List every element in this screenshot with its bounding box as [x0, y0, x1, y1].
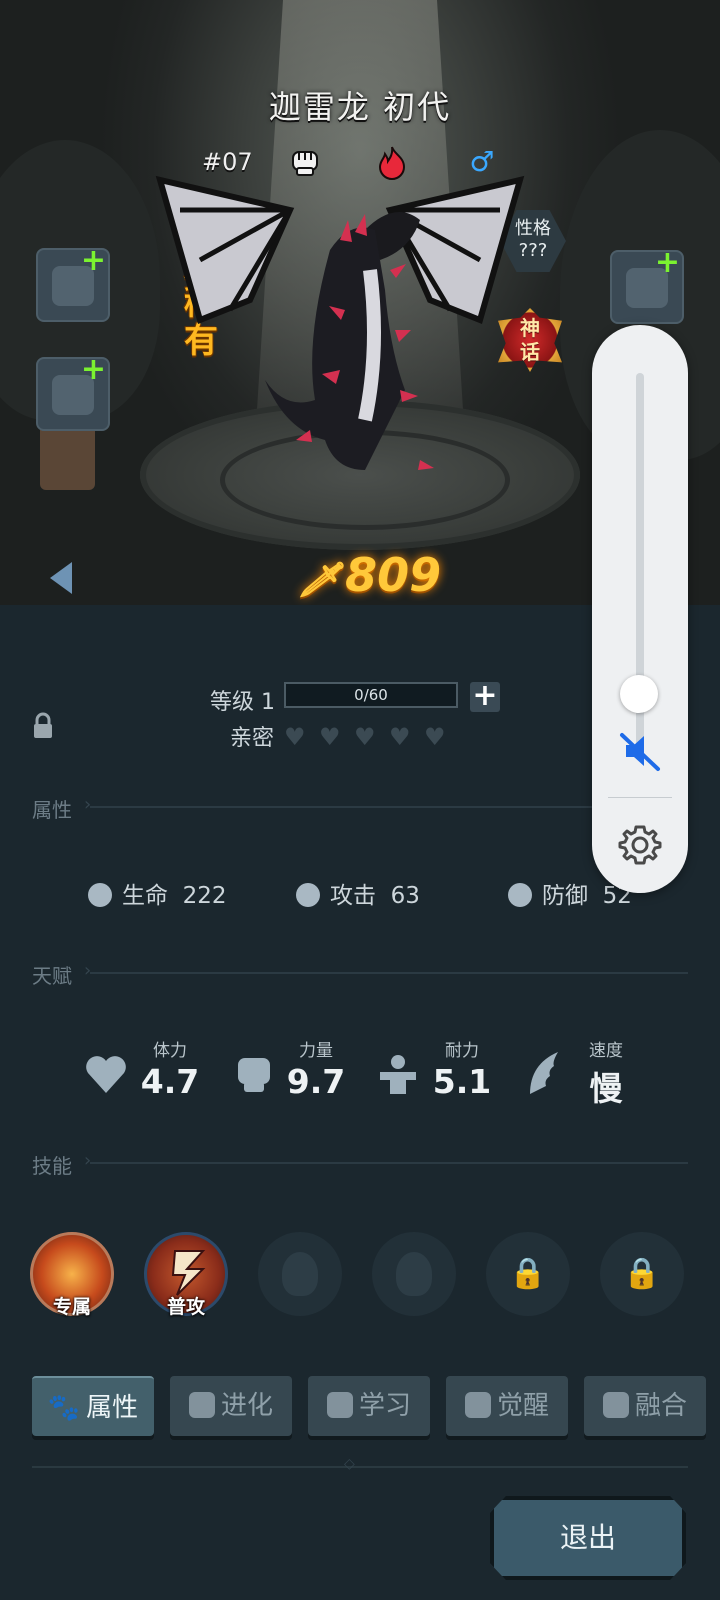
heart-shield-icon — [88, 883, 112, 907]
lightning-icon — [171, 1250, 206, 1296]
stat-defense-label: 防御 — [542, 883, 588, 909]
skill-basic-attack[interactable]: 普攻 — [144, 1232, 228, 1318]
talent-endurance-value: 5.1 — [432, 1062, 492, 1101]
section-arrow: › — [84, 794, 92, 815]
tab-label: 属性 — [86, 1393, 139, 1423]
add-icon: + — [80, 352, 106, 387]
stat-attack: 攻击 63 — [296, 876, 420, 910]
tab-label: 进化 — [220, 1391, 273, 1421]
section-arrow: › — [84, 960, 92, 981]
add-icon: + — [654, 245, 680, 280]
affection-label: 亲密 — [230, 726, 275, 751]
divider-ornament: ◇ — [344, 1456, 355, 1472]
add-xp-button[interactable]: + — [470, 681, 500, 712]
sword-icon: 🗡 — [298, 560, 342, 600]
xp-bar: 0/60 — [284, 682, 458, 708]
equip-slot-helmet[interactable]: + — [36, 352, 110, 431]
paw-icon: 🐾 — [47, 1393, 81, 1423]
skill-exclusive[interactable]: 专属 — [30, 1232, 114, 1318]
fist-icon — [238, 1058, 270, 1092]
bottom-divider — [32, 1466, 688, 1468]
pet-name: 迦雷龙 初代 — [268, 88, 452, 126]
tab-label: 学习 — [358, 1391, 411, 1421]
settings-gear-icon[interactable] — [614, 819, 666, 871]
stat-attack-label: 攻击 — [330, 883, 376, 909]
tab-learn[interactable]: 学习 — [308, 1376, 430, 1436]
volume-panel — [592, 325, 688, 893]
flame-icon — [396, 1252, 432, 1296]
skill-tag: 普攻 — [166, 1296, 205, 1318]
affection-heart-icon: ♥ — [389, 723, 411, 751]
lock-icon: 🔒 — [623, 1256, 661, 1291]
stat-hp-label: 生命 — [122, 883, 168, 909]
section-arrow: › — [84, 1150, 92, 1171]
evolve-arrow-icon — [188, 1392, 215, 1418]
skill-slot-locked[interactable]: 🔒 — [486, 1232, 570, 1316]
lock-icon[interactable] — [32, 712, 54, 746]
level-label: 等级 1 — [210, 690, 275, 715]
affection-heart-icon: ♥ — [319, 723, 341, 751]
section-skills: 技能 — [32, 1154, 72, 1178]
add-icon: + — [80, 243, 106, 278]
volume-panel-separator — [608, 797, 672, 798]
skill-slot-empty[interactable] — [372, 1232, 456, 1316]
lock-icon: 🔒 — [509, 1256, 547, 1291]
skill-tag: 专属 — [52, 1296, 91, 1318]
skill-slot-locked[interactable]: 🔒 — [600, 1232, 684, 1316]
talent-speed-value: 慢 — [589, 1069, 623, 1108]
tab-awaken[interactable]: 觉醒 — [446, 1376, 568, 1436]
tab-attributes[interactable]: 🐾 属性 — [32, 1376, 154, 1436]
combat-power: 🗡809 — [298, 548, 441, 602]
previous-pet-arrow[interactable] — [50, 562, 72, 594]
section-divider — [90, 972, 688, 974]
affection-heart-icon: ♥ — [354, 723, 376, 751]
skill-slot-empty[interactable] — [258, 1232, 342, 1316]
volume-muted-icon[interactable] — [616, 727, 664, 775]
equip-slot-claw[interactable]: + — [36, 243, 110, 322]
talent-strength-label: 力量 — [299, 1041, 333, 1061]
flame-icon — [282, 1252, 318, 1296]
shield-icon — [508, 883, 532, 907]
stat-attack-value: 63 — [390, 883, 420, 909]
dragon-sprite — [155, 175, 525, 470]
tab-evolve[interactable]: 进化 — [170, 1376, 292, 1436]
book-icon — [326, 1392, 353, 1418]
section-talents: 天赋 — [32, 964, 72, 988]
stat-hp: 生命 222 — [88, 876, 227, 910]
tab-fusion[interactable]: 融合 — [584, 1376, 706, 1436]
equip-slot-gauntlet[interactable]: + — [610, 245, 684, 324]
talent-speed-label: 速度 — [589, 1041, 623, 1061]
beast-head-icon — [464, 1392, 491, 1418]
stat-hp-value: 222 — [182, 883, 227, 909]
talent-stamina-label: 体力 — [153, 1041, 187, 1061]
fusion-icon — [602, 1392, 629, 1418]
affection-heart-icon: ♥ — [424, 723, 446, 751]
section-divider — [90, 1162, 688, 1164]
section-attributes: 属性 — [32, 798, 72, 822]
sword-icon — [296, 883, 320, 907]
talent-stamina-value: 4.7 — [140, 1062, 200, 1101]
combat-power-value: 809 — [345, 548, 442, 602]
affection-heart-icon: ♥ — [284, 723, 306, 751]
muscle-icon — [380, 1055, 416, 1094]
talent-endurance-label: 耐力 — [445, 1041, 479, 1061]
heart-icon — [86, 1056, 126, 1093]
volume-slider-knob[interactable] — [620, 675, 658, 713]
wing-icon — [530, 1052, 558, 1094]
tab-label: 融合 — [634, 1391, 687, 1421]
tab-label: 觉醒 — [496, 1391, 549, 1421]
exit-button[interactable]: 退出 — [490, 1496, 686, 1580]
talent-strength-value: 9.7 — [286, 1062, 346, 1101]
